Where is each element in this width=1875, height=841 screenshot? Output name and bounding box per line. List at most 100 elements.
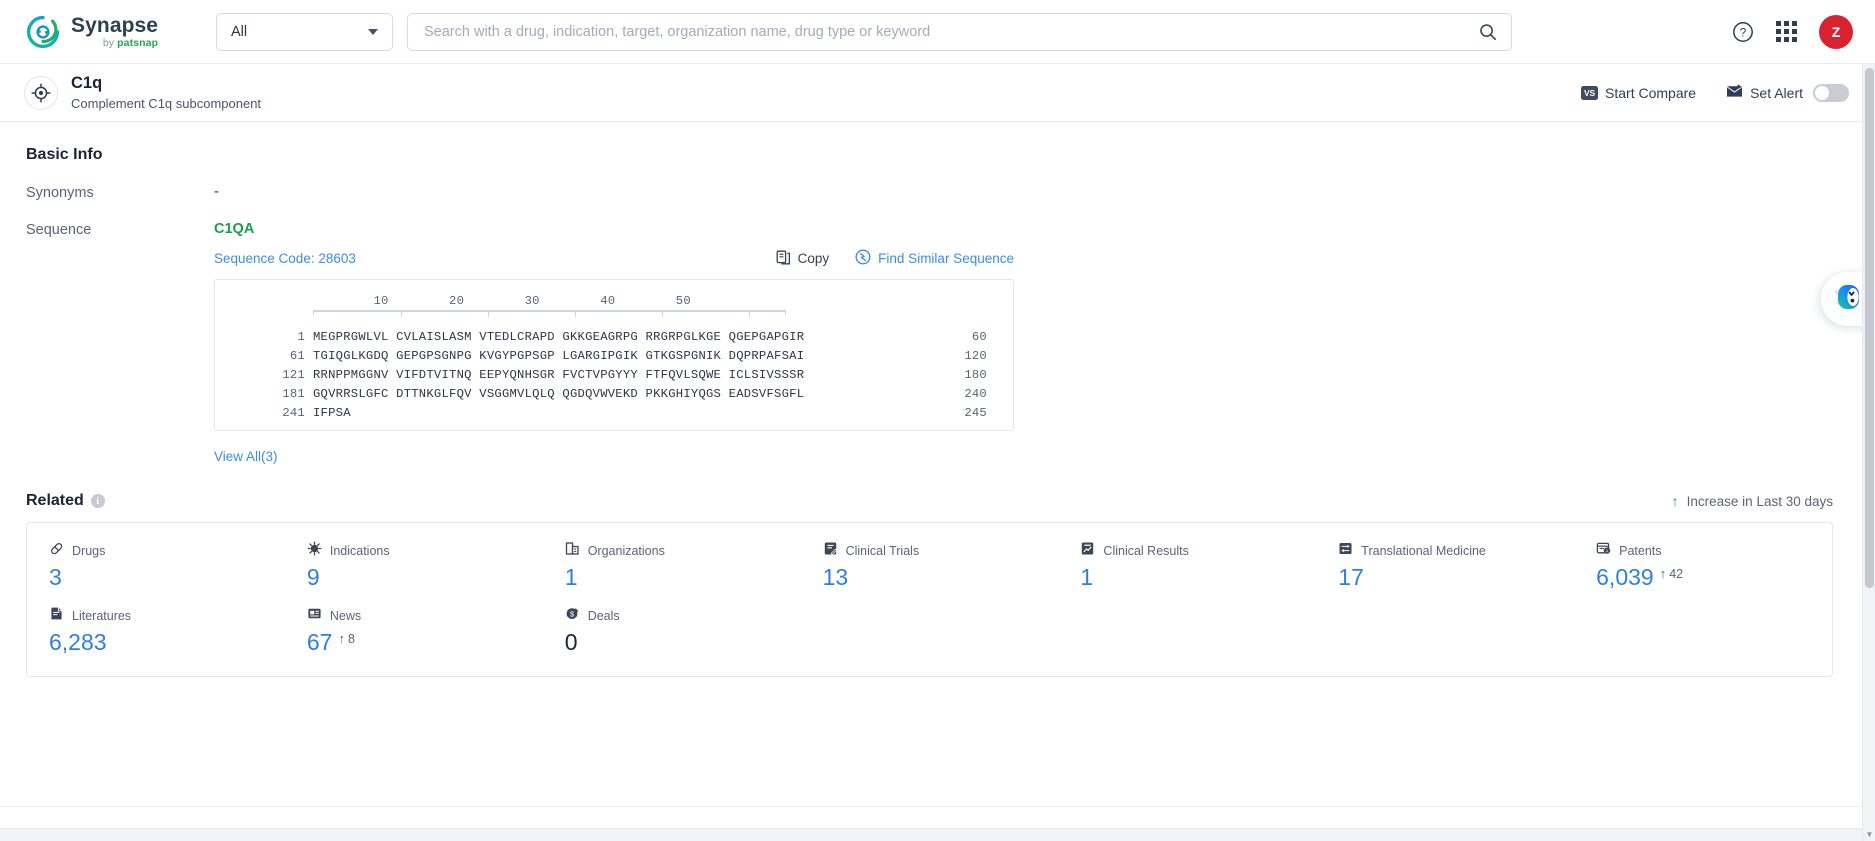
sequence-lines: 1 MEGPRGWLVL CVLAISLASM VTEDLCRAPD GKKGE… xyxy=(215,315,1013,422)
stat-value-row: 67 ↑ 8 xyxy=(307,629,543,655)
stat-label: Clinical Results xyxy=(1103,544,1189,558)
stat-head: A Patents xyxy=(1596,541,1832,561)
application-window: Synapse by patsnap All ? xyxy=(0,0,1875,841)
stat-head: Literatures xyxy=(49,606,285,626)
up-arrow-icon: ↑ xyxy=(1659,566,1667,581)
sequence-line-start: 61 xyxy=(289,348,305,363)
stat-label: Drugs xyxy=(72,544,106,558)
gene-symbol: C1QA xyxy=(214,221,255,237)
copy-label: Copy xyxy=(797,251,830,266)
horizontal-scrollbar[interactable] xyxy=(0,828,1862,841)
vertical-scrollbar[interactable]: ▲ ▼ xyxy=(1862,64,1875,841)
stat-value-row: 13 xyxy=(823,564,1059,590)
stat-head: Drugs xyxy=(49,541,285,561)
synapse-logo-icon xyxy=(26,15,60,49)
brand-tagline: by patsnap xyxy=(102,36,159,49)
stat-news[interactable]: News 67 ↑ 8 xyxy=(285,606,543,655)
basic-info-heading: Basic Info xyxy=(26,146,103,163)
content-bottom-edge xyxy=(0,806,1862,828)
sequence-viewer-panel: 10 20 30 40 50 1 MEGPRGWLVL CVLAISLASM V… xyxy=(214,279,1014,431)
patent-icon: A xyxy=(1596,541,1611,561)
versus-icon: VS xyxy=(1581,85,1599,100)
view-all-sequences-link[interactable]: View All(3) xyxy=(214,449,278,464)
set-alert-toggle[interactable] xyxy=(1813,83,1849,102)
synonyms-value: - xyxy=(214,184,219,200)
brand-text: Synapse by patsnap xyxy=(71,15,158,49)
start-compare-button[interactable]: VS Start Compare xyxy=(1581,85,1696,101)
stat-delta-value: 42 xyxy=(1669,567,1684,581)
search-scope-select[interactable]: All xyxy=(216,12,393,51)
stat-value[interactable]: 1 xyxy=(1080,564,1093,590)
stat-value-row: 3 xyxy=(49,564,285,590)
sequence-line-residues: RRNPPMGGNV VIFDTVITNQ EEPYQNHSGR FVCTVPG… xyxy=(313,367,805,382)
copy-sequence-button[interactable]: Copy xyxy=(776,250,830,268)
stat-label: Indications xyxy=(329,544,390,558)
related-header: Related i ↑ Increase in Last 30 days xyxy=(0,466,1857,510)
clinical-trial-icon xyxy=(823,541,838,561)
stat-patents[interactable]: A Patents 6,039 ↑ 42 xyxy=(1574,541,1832,590)
stat-value[interactable]: 6,039 xyxy=(1596,564,1654,590)
sequence-line: 241 IFPSA 245 xyxy=(215,403,1013,422)
help-icon[interactable]: ? xyxy=(1732,21,1754,43)
sequence-line-start: 181 xyxy=(282,386,305,401)
brand-logo-link[interactable]: Synapse by patsnap xyxy=(26,15,204,49)
sequence-meta-row: Sequence Code: 28603 Copy Find Similar S… xyxy=(214,249,1014,268)
start-compare-label: Start Compare xyxy=(1605,84,1697,101)
stat-organizations[interactable]: Organizations 1 xyxy=(543,541,801,590)
pill-icon xyxy=(49,541,64,561)
stat-label: Deals xyxy=(587,609,620,624)
stat-value-row: 17 xyxy=(1338,564,1574,590)
stat-value[interactable]: 1 xyxy=(565,564,578,590)
stat-literatures[interactable]: Literatures 6,283 xyxy=(27,606,285,655)
page-subtitle: Complement C1q subcomponent xyxy=(71,95,262,111)
stat-delta: ↑ 42 xyxy=(1660,565,1683,581)
vertical-scroll-thumb[interactable] xyxy=(1865,68,1874,588)
sequence-line-residues: MEGPRGWLVL CVLAISLASM VTEDLCRAPD GKKGEAG… xyxy=(313,329,805,344)
set-alert-control[interactable]: Set Alert xyxy=(1726,83,1849,102)
user-avatar[interactable]: Z xyxy=(1819,14,1853,49)
stat-value[interactable]: 67 xyxy=(307,629,333,655)
stat-value[interactable]: 17 xyxy=(1338,564,1364,590)
global-top-bar: Synapse by patsnap All ? xyxy=(0,0,1875,64)
stat-head: Organizations xyxy=(565,541,801,561)
stat-clinical-trials[interactable]: Clinical Trials 13 xyxy=(801,541,1059,590)
virus-icon xyxy=(307,541,322,561)
search-input[interactable] xyxy=(424,23,1479,40)
scroll-down-arrow-icon[interactable]: ▼ xyxy=(1863,827,1875,841)
stat-clinical-results[interactable]: Clinical Results 1 xyxy=(1058,541,1316,590)
sequence-code-link[interactable]: Sequence Code: 28603 xyxy=(214,251,356,266)
up-arrow-icon: ↑ xyxy=(338,631,345,647)
global-search-bar[interactable] xyxy=(407,12,1512,51)
info-icon[interactable]: i xyxy=(90,494,105,508)
apps-grid-icon[interactable] xyxy=(1776,21,1797,42)
stat-translational-medicine[interactable]: Translational Medicine 17 xyxy=(1316,541,1574,590)
stat-value-row: 1 xyxy=(1080,564,1316,590)
brand-name: Synapse xyxy=(71,13,159,37)
stat-value-row: 1 xyxy=(565,564,801,590)
stat-value[interactable]: 3 xyxy=(49,564,62,590)
stat-value[interactable]: 13 xyxy=(823,564,849,590)
stat-drugs[interactable]: Drugs 3 xyxy=(27,541,285,590)
target-crosshair-icon xyxy=(24,75,58,110)
stat-value[interactable]: 6,283 xyxy=(49,629,107,655)
sequence-line-end: 240 xyxy=(964,386,987,401)
stat-head: Indications xyxy=(307,541,543,561)
svg-text:$: $ xyxy=(570,610,574,619)
increase-legend-label: Increase in Last 30 days xyxy=(1686,493,1833,509)
find-similar-sequence-button[interactable]: Find Similar Sequence xyxy=(855,249,1014,268)
alert-envelope-icon xyxy=(1726,84,1743,101)
deals-icon: $ xyxy=(565,606,580,626)
stat-head: Translational Medicine xyxy=(1338,541,1574,561)
ai-assistant-icon xyxy=(1831,280,1865,319)
search-icon[interactable] xyxy=(1479,23,1497,41)
stat-indications[interactable]: Indications 9 xyxy=(285,541,543,590)
top-bar-actions: ? Z xyxy=(1706,14,1853,49)
building-icon xyxy=(565,541,580,561)
stat-label: News xyxy=(329,609,362,624)
entity-titles: C1q Complement C1q subcomponent xyxy=(71,74,261,111)
stat-label: Patents xyxy=(1619,544,1662,558)
stat-value[interactable]: 9 xyxy=(307,564,320,590)
news-icon xyxy=(307,606,322,626)
related-stats-grid: Drugs 3 Indications 9 Organizations 1 Cl… xyxy=(27,541,1832,656)
stat-label: Literatures xyxy=(72,609,132,624)
